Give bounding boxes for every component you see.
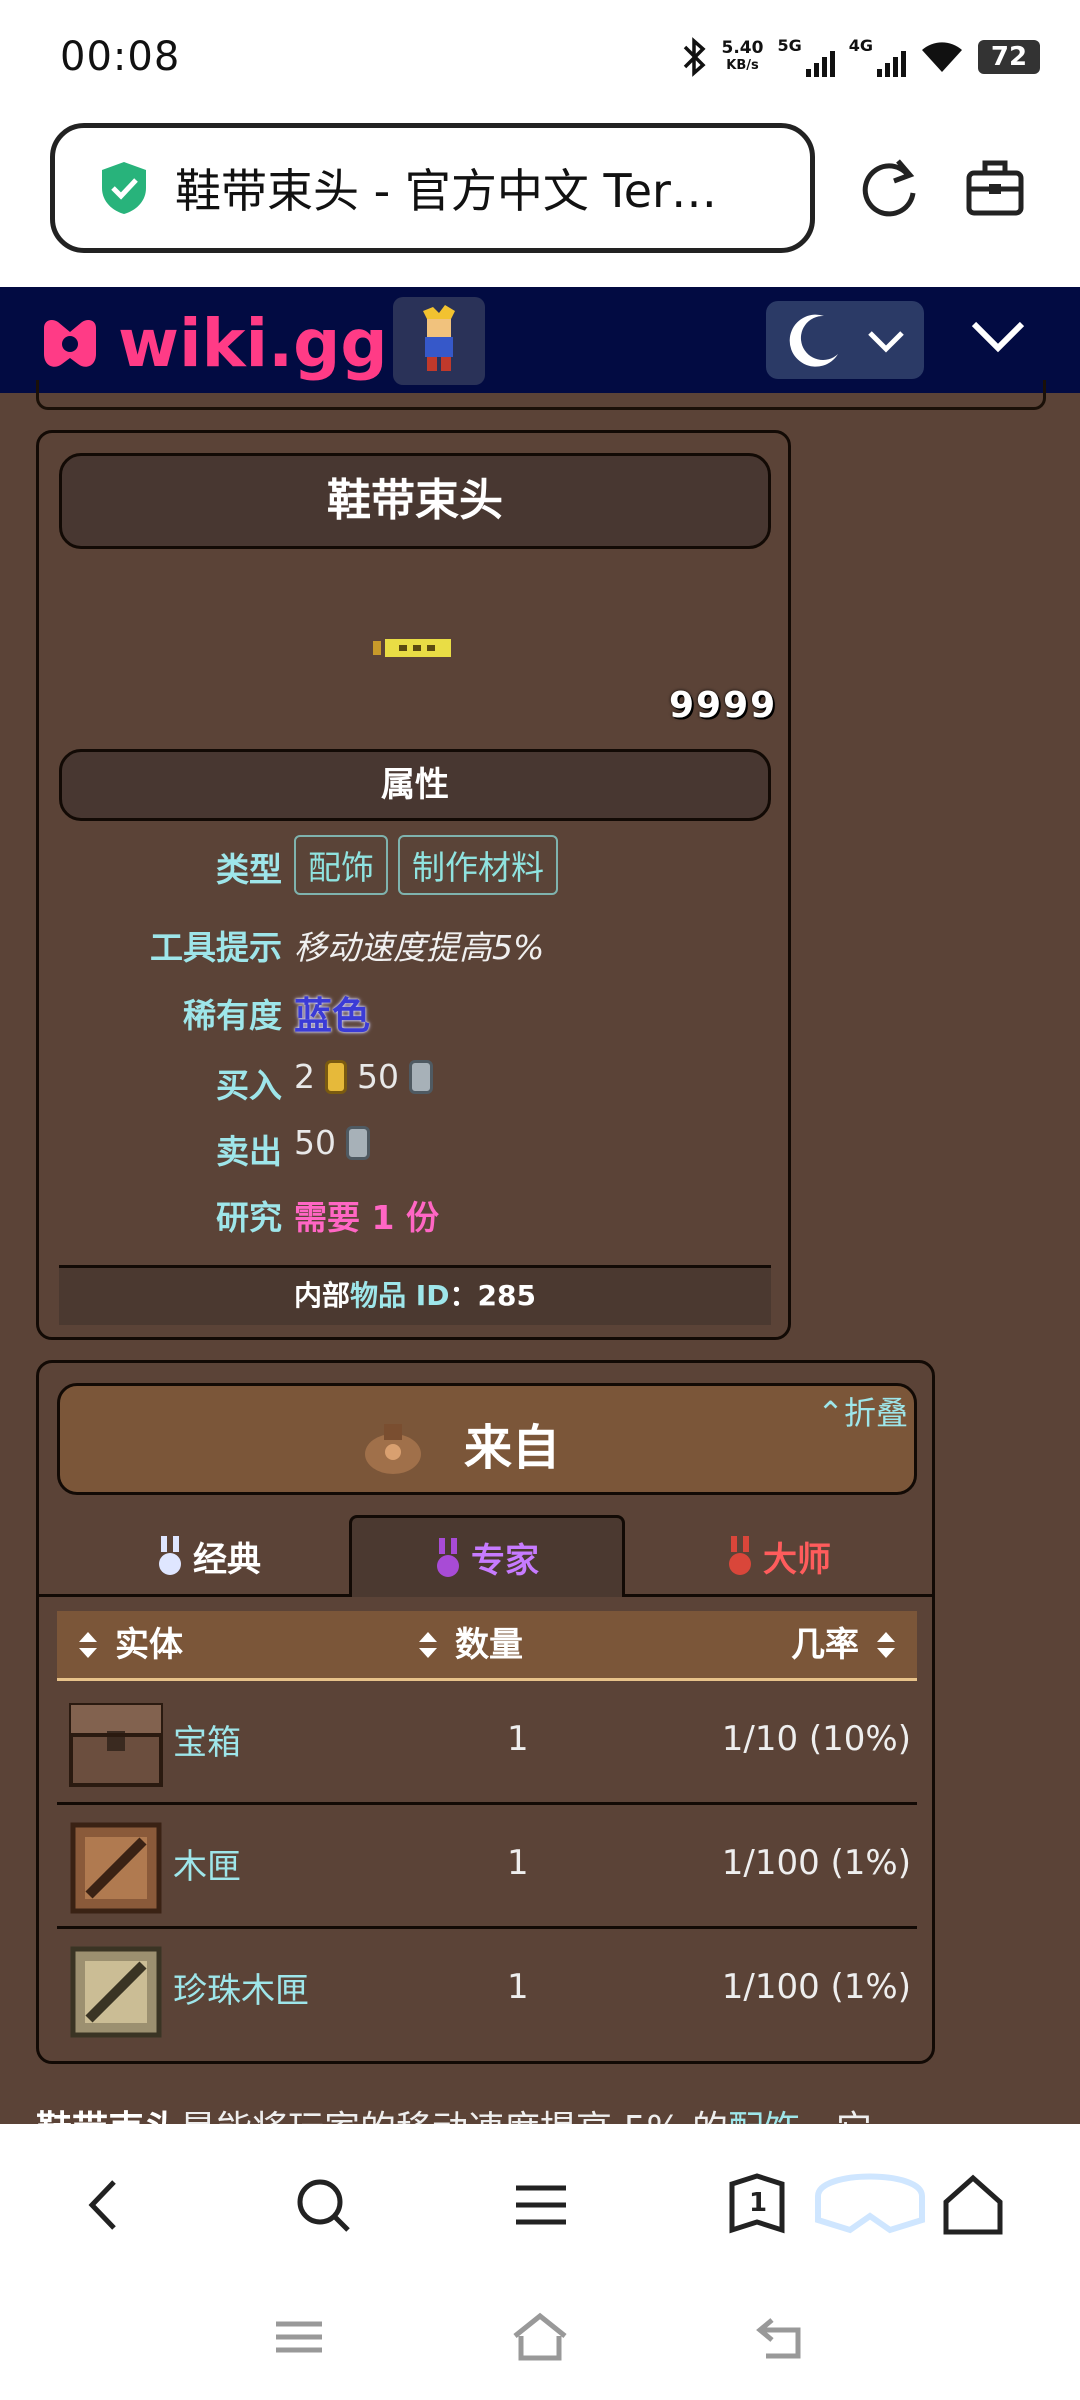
collapse-toggle[interactable]: ⌃折叠 (817, 1388, 908, 1434)
mode-tabs: 经典 专家 大师 (39, 1515, 932, 1597)
menu-chevron-down-icon[interactable] (968, 312, 1028, 362)
bunny-icon (437, 1537, 459, 1577)
table-header: 实体 数量 几率 (57, 1611, 917, 1681)
wiki-logo[interactable]: wiki.gg (34, 305, 388, 382)
wooden-crate-icon (70, 1822, 162, 1914)
back-nav-icon[interactable] (752, 2312, 810, 2362)
chevron-down-icon (868, 331, 904, 353)
prop-sell: 卖出 50 (39, 1123, 739, 1173)
terraria-character-icon (423, 305, 455, 371)
sort-icon (877, 1632, 895, 1658)
battery-indicator: 72 (978, 39, 1040, 74)
source-header: 来自 ⌃折叠 (57, 1383, 917, 1495)
chevron-up-icon: ⌃ (817, 1394, 844, 1432)
home-icon[interactable] (938, 2170, 1008, 2240)
tag-accessory[interactable]: 配饰 (294, 835, 388, 895)
recent-apps-icon[interactable] (270, 2312, 328, 2362)
tabs-button[interactable]: 1 (722, 2170, 792, 2240)
signal-5g: 5G (777, 36, 835, 77)
rarity-value: 蓝色 (294, 994, 371, 1038)
wiki-header: wiki.gg (0, 287, 1080, 393)
max-stack: 9999 (669, 685, 778, 726)
internal-item-id: 内部物品 ID：285 (59, 1265, 771, 1325)
system-nav-bar (0, 2270, 1080, 2400)
vr-goggles-icon[interactable] (810, 2160, 930, 2256)
signal-bars-icon (805, 51, 835, 77)
table-row: 木匣 1 1/100 (1%) (57, 1805, 917, 1929)
prop-tooltip: 工具提示 移动速度提高5% (39, 921, 739, 971)
item-infobox: 鞋带束头 9999 属性 类型 配饰 制作材料 工具提示 移动速度提高5% 稀有… (36, 430, 791, 1340)
toolbox-icon[interactable] (966, 157, 1024, 217)
item-id-link[interactable]: 物品 ID (350, 1279, 449, 1312)
column-quantity[interactable]: 数量 (417, 1611, 523, 1679)
sort-icon (419, 1632, 437, 1658)
status-time: 00:08 (60, 34, 181, 80)
wiki-logo-text: wiki.gg (118, 305, 388, 382)
chest-icon (69, 1703, 163, 1787)
page-title-url: 鞋带束头 - 官方中文 Ter… (175, 164, 717, 218)
bluetooth-icon (683, 36, 706, 77)
bunny-icon (159, 1536, 181, 1575)
previous-box-edge (36, 380, 1046, 410)
silver-coin-icon (409, 1059, 433, 1094)
wiki-gg-logo-icon (44, 319, 96, 367)
column-entity[interactable]: 实体 (77, 1611, 183, 1679)
research-value: 需要 1 份 (294, 1198, 439, 1237)
attributes-header: 属性 (59, 749, 771, 821)
moon-icon (789, 314, 838, 367)
status-bar: 00:08 5.40 KB/s 5G 4G 72 (0, 0, 1080, 115)
pearlwood-crate-icon (70, 1946, 162, 2038)
address-bar[interactable]: 鞋带束头 - 官方中文 Ter… (50, 123, 815, 253)
game-icon[interactable] (393, 297, 485, 385)
table-row: 宝箱 1 1/10 (10%) (57, 1681, 917, 1805)
signal-bars-icon (877, 51, 906, 77)
menu-icon[interactable] (506, 2170, 576, 2240)
wifi-icon (922, 41, 962, 72)
status-icons: 5.40 KB/s 5G 4G 72 (682, 36, 1040, 77)
column-chance[interactable]: 几率 (791, 1611, 897, 1679)
search-icon[interactable] (288, 2170, 358, 2240)
tab-count: 1 (749, 2188, 768, 2218)
prop-research: 研究 需要 1 份 (39, 1189, 739, 1239)
tab-classic[interactable]: 经典 (59, 1515, 359, 1597)
net-speed: 5.40 KB/s (721, 37, 764, 73)
silver-coin-icon (346, 1125, 370, 1160)
tab-expert[interactable]: 专家 (349, 1515, 625, 1597)
bunny-icon (729, 1536, 751, 1575)
tooltip-value: 移动速度提高5% (294, 928, 545, 967)
sort-icon (79, 1632, 97, 1658)
item-title: 鞋带束头 (59, 453, 771, 549)
treasure-bag-icon (365, 1424, 421, 1474)
prop-rarity: 稀有度 蓝色 (39, 985, 739, 1041)
home-nav-icon[interactable] (511, 2312, 569, 2362)
entity-pearlwood-crate-link[interactable]: 珍珠木匣 (173, 1963, 309, 2012)
signal-4g: 4G (849, 36, 906, 77)
shoelace-item-image (373, 639, 451, 657)
drop-table: 实体 数量 几率 宝箱 1 1/10 (10%) 木匣 1 1/100 (1%) (57, 1611, 917, 2053)
theme-toggle-button[interactable] (766, 301, 924, 379)
back-icon[interactable] (72, 2170, 142, 2240)
gold-coin-icon (325, 1059, 347, 1094)
source-box: 来自 ⌃折叠 经典 专家 大师 实体 数量 几率 宝箱 1 1/10 (10%)… (36, 1360, 935, 2064)
entity-chest-link[interactable]: 宝箱 (173, 1715, 241, 1764)
prop-type: 类型 配饰 制作材料 (39, 835, 739, 895)
entity-wooden-crate-link[interactable]: 木匣 (173, 1839, 241, 1888)
secure-shield-icon (102, 162, 146, 214)
source-title: 来自 (464, 1420, 561, 1476)
table-row: 珍珠木匣 1 1/100 (1%) (57, 1929, 917, 2053)
tag-material[interactable]: 制作材料 (398, 835, 558, 895)
reload-icon[interactable] (858, 153, 920, 223)
tab-master[interactable]: 大师 (639, 1515, 919, 1597)
prop-buy: 买入 2 50 (39, 1057, 739, 1107)
browser-toolbar: 鞋带束头 - 官方中文 Ter… (0, 115, 1080, 287)
